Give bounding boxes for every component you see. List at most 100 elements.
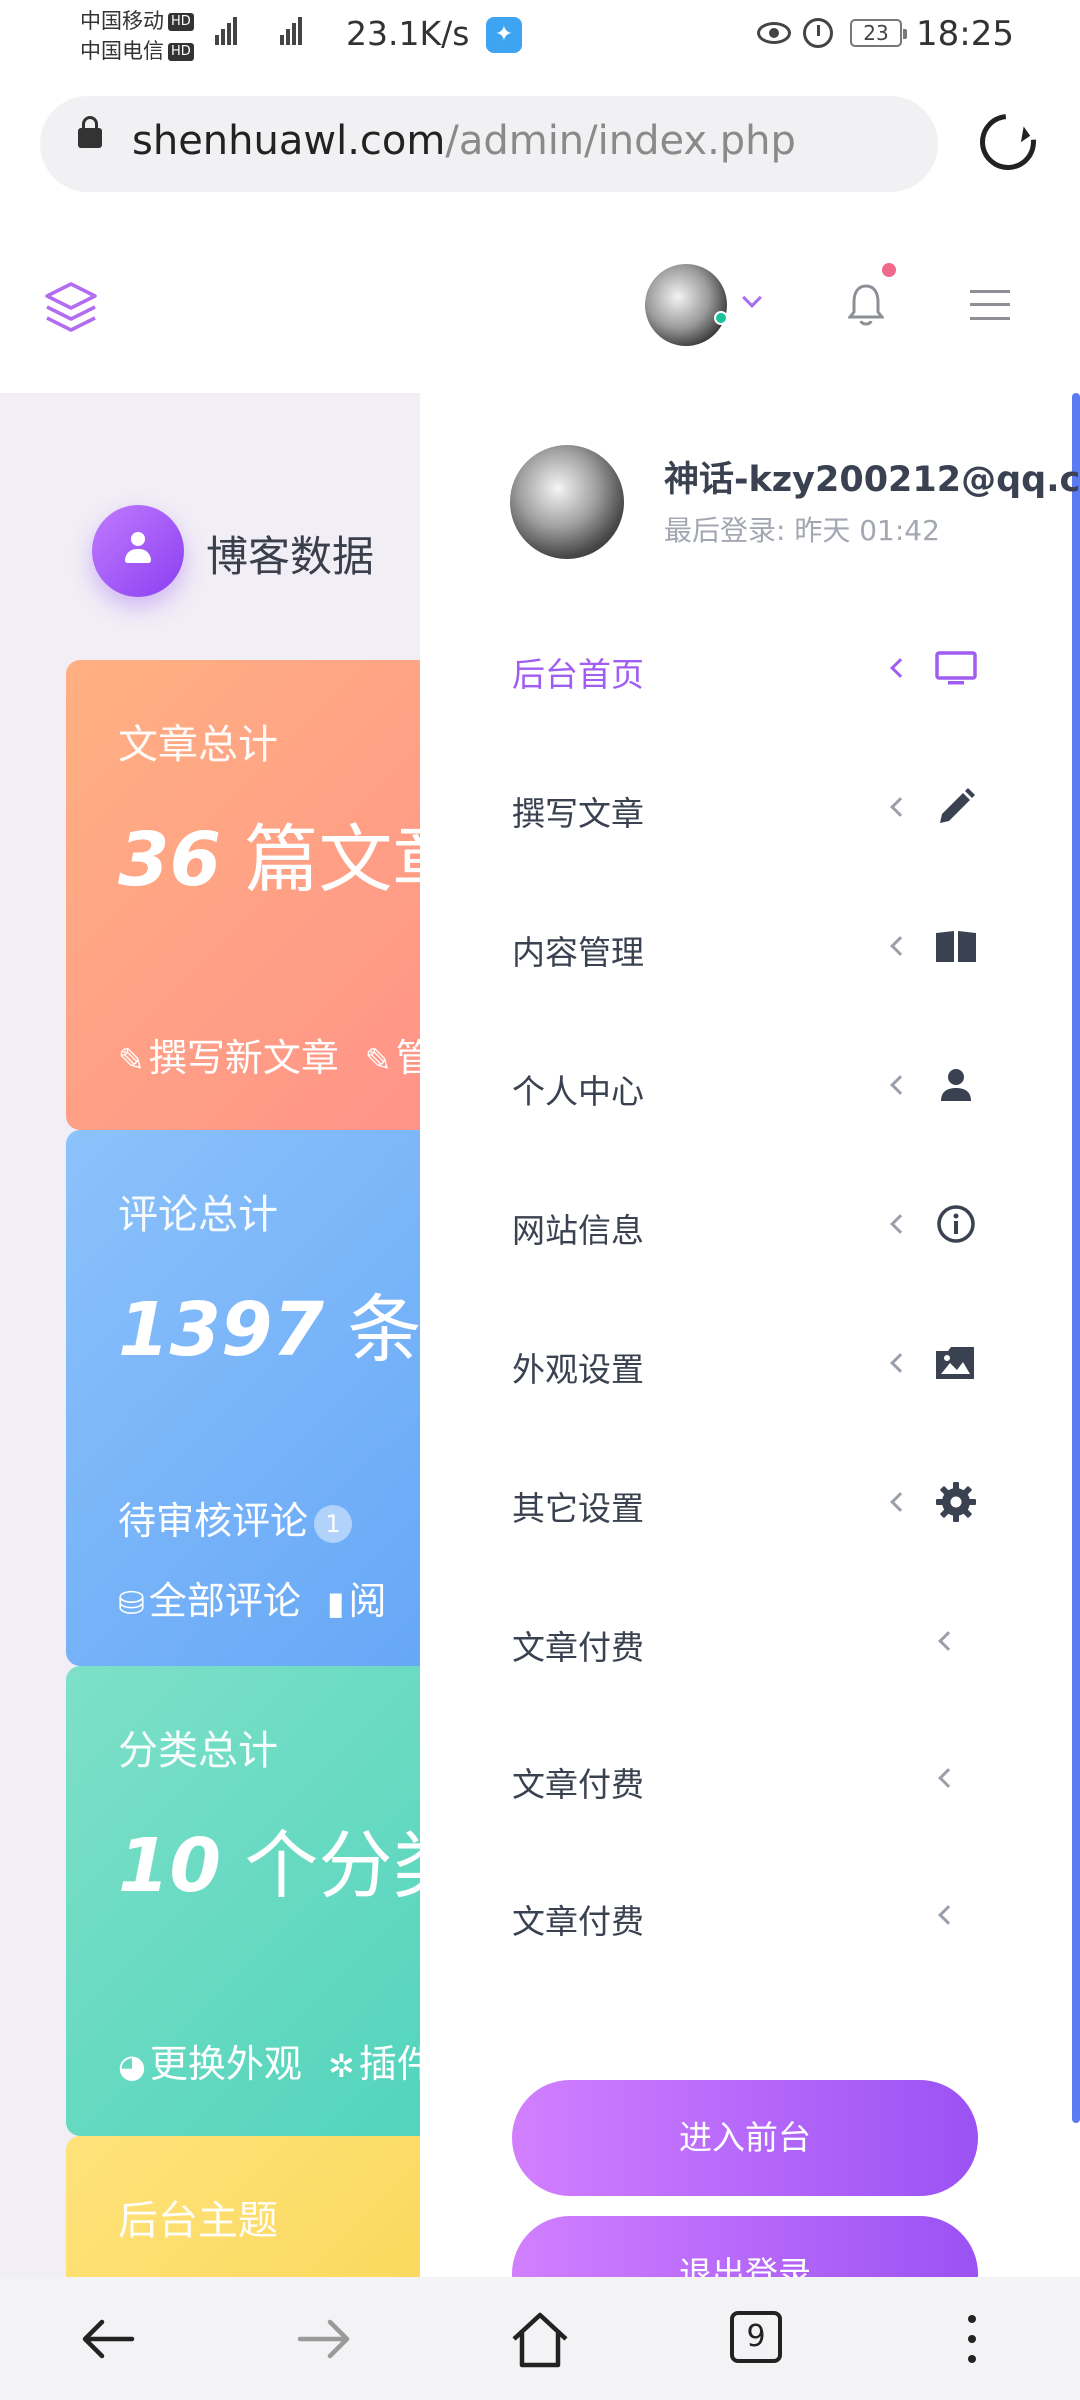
book-icon [936,931,976,964]
admin-header [0,228,1080,393]
pending-label: 待审核评论 [118,1499,309,1543]
monitor-icon [935,651,977,685]
user-avatar[interactable] [645,264,727,346]
card-links: ⛁ 全部评论 ▮ 阅 [118,1570,412,1625]
card-links: ◕ 更换外观 ✲ 插件 [118,2033,461,2088]
logout-button[interactable]: 退出登录 [512,2216,978,2277]
address-bar[interactable]: shenhuawl.com/admin/index.php [40,96,938,192]
browser-bottom-nav: 9 [0,2277,1080,2400]
pencil-icon [940,788,975,823]
link-label: 阅 [348,1579,387,1623]
hd-badge: HD [168,13,194,31]
drawer-avatar[interactable] [510,445,624,559]
link-label: 撰写新文章 [148,1036,339,1080]
basket-icon: ⛁ [118,1584,145,1622]
home-icon[interactable] [508,2307,572,2371]
chevron-left-icon [890,797,910,817]
network-speed: 23.1K/s [346,14,470,53]
last-login: 最后登录: 昨天 01:42 [664,514,940,547]
battery-icon: 23 [850,19,907,47]
side-drawer: 神话-kzy200212@qq.com 最后登录: 昨天 01:42 后台首页 … [420,393,1080,2277]
chevron-left-icon [938,1905,958,1925]
gear-icon [936,1482,976,1522]
image-icon [936,1347,974,1379]
chevron-left-icon [890,1214,910,1234]
hamburger-icon[interactable] [970,290,1010,320]
count-number: 1397 [118,1287,324,1373]
chevron-left-icon [890,1492,910,1512]
nav-item-paid-articles[interactable]: 文章付费 [420,1571,1080,1710]
reload-icon[interactable] [968,102,1048,182]
hd-badge-2: HD [168,43,194,61]
chevron-left-icon [938,1631,958,1651]
nav-label: 撰写文章 [512,794,644,833]
nav-label: 其它设置 [512,1489,644,1528]
enter-frontend-button[interactable]: 进入前台 [512,2080,978,2196]
info-icon [937,1205,975,1243]
nav-label: 文章付费 [512,1765,644,1804]
pencil-icon: ✎ [118,1041,145,1079]
link-label: 更换外观 [149,2042,302,2086]
user-icon [941,1069,971,1101]
nav-item-profile[interactable]: 个人中心 [420,1015,1080,1154]
chevron-left-icon [890,658,910,678]
user-name: 神话-kzy200212@qq.com [664,460,1080,500]
card-label: 评论总计 [118,1192,278,1238]
bell-icon[interactable] [848,280,884,328]
clock: 18:25 [916,14,1014,54]
carrier-1: 中国移动 [80,9,164,33]
alarm-icon [803,18,833,48]
url-host: shenhuawl.com [132,118,446,164]
nav-label: 后台首页 [512,655,644,694]
lock-icon [78,116,102,148]
status-bar: 中国移动 HD 中国电信 HD 23.1K/s ✦ 23 18:25 [0,0,1080,75]
url-text[interactable]: shenhuawl.com/admin/index.php [132,118,796,164]
link-label: 全部评论 [148,1579,301,1623]
pencil-icon: ✎ [364,1041,392,1079]
more-vertical-icon[interactable] [940,2307,1004,2371]
nav-item-other-settings[interactable]: 其它设置 [420,1432,1080,1571]
signal-icon [215,17,239,45]
pending-comments[interactable]: 待审核评论 1 [118,1490,353,1545]
chevron-left-icon [938,1768,958,1788]
card-label: 文章总计 [118,722,278,768]
forward-arrow-icon[interactable] [292,2307,356,2371]
url-path: /admin/index.php [445,118,796,164]
nav-item-appearance[interactable]: 外观设置 [420,1293,1080,1432]
user-icon [92,505,184,597]
tabs-button[interactable]: 9 [730,2311,782,2363]
write-article-link[interactable]: ✎ 撰写新文章 [118,1036,339,1080]
nav-label: 内容管理 [512,933,644,972]
chevron-down-icon[interactable] [742,288,762,308]
nav-item-content[interactable]: 内容管理 [420,876,1080,1015]
nav-item-dashboard[interactable]: 后台首页 [420,598,1080,737]
count-number: 36 [118,817,221,903]
notification-dot [882,263,896,277]
layers-icon[interactable] [42,278,100,336]
book-icon: ▮ [326,1584,345,1622]
chevron-left-icon [890,1353,910,1373]
nav-label: 文章付费 [512,1902,644,1941]
all-comments-link[interactable]: ⛁ 全部评论 [118,1579,301,1623]
plugins-link[interactable]: ✲ 插件 [328,2042,435,2086]
chevron-left-icon [890,1075,910,1095]
article-count: 36 篇文章 [118,800,467,907]
card-links: ✎ 撰写新文章 ✎ 管 [118,1027,460,1082]
nav-item-site-info[interactable]: 网站信息 [420,1154,1080,1293]
app-notification-icon: ✦ [486,17,522,53]
chevron-left-icon [890,936,910,956]
section-title: 博客数据 [206,532,375,581]
nav-item-paid-articles-2[interactable]: 文章付费 [420,1708,1080,1847]
carrier-2: 中国电信 [80,39,164,63]
back-arrow-icon[interactable] [76,2307,140,2371]
palette-icon: ◕ [118,2047,146,2085]
count-number: 10 [118,1823,221,1909]
read-comments-link[interactable]: ▮ 阅 [327,1579,387,1623]
nav-item-paid-articles-3[interactable]: 文章付费 [420,1845,1080,1984]
eye-icon [757,22,791,44]
gear-icon: ✲ [327,2047,355,2085]
signal-icon-2 [280,17,304,45]
nav-label: 外观设置 [512,1350,644,1389]
nav-item-write[interactable]: 撰写文章 [420,737,1080,876]
change-theme-link[interactable]: ◕ 更换外观 [118,2042,302,2086]
